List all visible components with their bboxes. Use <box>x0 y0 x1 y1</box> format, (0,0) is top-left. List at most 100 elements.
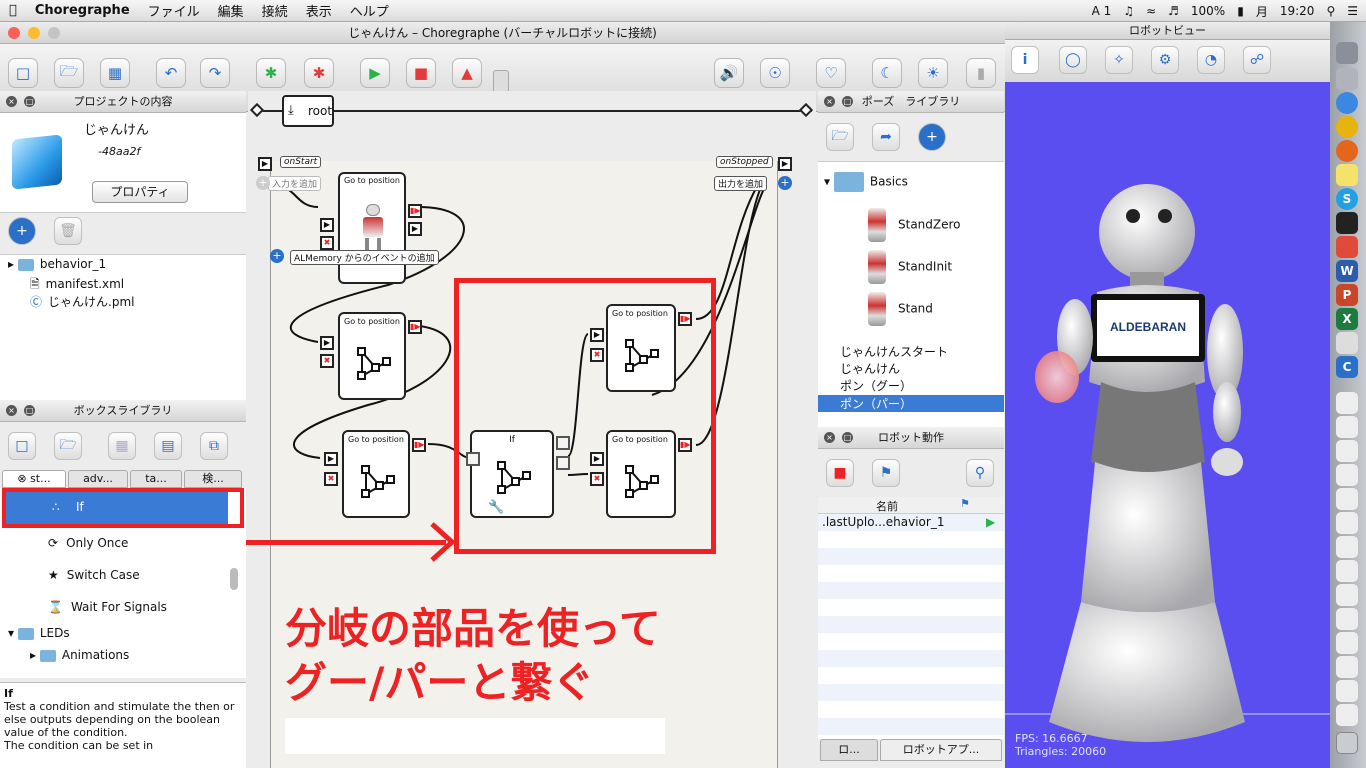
list-item[interactable]: ▾ LEDs <box>8 626 70 640</box>
minimize-window-button[interactable] <box>28 27 40 39</box>
input-port[interactable]: ▶ <box>590 328 604 342</box>
list-item[interactable]: じゃんけん <box>840 360 900 377</box>
menu-app[interactable]: Choregraphe <box>26 3 139 18</box>
connect-icon[interactable]: ✱ <box>256 58 286 88</box>
wifi-icon[interactable]: ≈ <box>1146 4 1156 18</box>
rocket-icon[interactable] <box>1336 68 1358 90</box>
powerpoint-icon[interactable]: P <box>1336 284 1358 306</box>
gear-icon[interactable]: ⚙ <box>1151 46 1179 74</box>
script-icon[interactable] <box>1336 332 1358 354</box>
then-output-port[interactable] <box>556 436 570 450</box>
excel-icon[interactable]: X <box>1336 308 1358 330</box>
stop-port[interactable]: ✖ <box>590 472 604 486</box>
tab-advanced[interactable]: adv... <box>68 470 128 488</box>
add-file-button[interactable]: + <box>8 217 36 245</box>
app-icon[interactable] <box>1336 236 1358 258</box>
menu-connect[interactable]: 接続 <box>253 1 297 20</box>
input-source[interactable]: A 1 <box>1092 4 1112 18</box>
tab-robot-apps[interactable]: ロボットアプ... <box>880 739 1002 761</box>
redo-icon[interactable]: ↷ <box>200 58 230 88</box>
battery-percent[interactable]: 100% <box>1191 4 1225 18</box>
close-tab-icon[interactable]: ⊗ <box>17 472 26 485</box>
word-icon[interactable]: W <box>1336 260 1358 282</box>
condition-input-port[interactable] <box>466 452 480 466</box>
list-item[interactable]: ポン（グー） <box>840 377 912 394</box>
box-go-to-gu[interactable]: Go to position ポン（グ <box>606 430 676 518</box>
stop-port[interactable]: ✖ <box>320 236 334 250</box>
list-item-if[interactable]: ∴ If <box>6 492 228 524</box>
document-icon[interactable] <box>1336 392 1358 414</box>
input-port[interactable]: ▶ <box>320 336 334 350</box>
battery-icon[interactable]: ▮ <box>1237 4 1244 18</box>
dashboard-icon[interactable]: ◔ <box>1197 46 1225 74</box>
safari-icon[interactable] <box>1336 92 1358 114</box>
tab-robot[interactable]: ロ... <box>820 739 878 761</box>
list-item[interactable]: じゃんけんスタート <box>840 343 948 360</box>
timeline-end-marker[interactable] <box>798 102 814 118</box>
else-output-port[interactable] <box>556 456 570 470</box>
output-port[interactable]: ▮▶ <box>412 438 426 452</box>
menu-help[interactable]: ヘルプ <box>341 1 398 20</box>
onstopped-port[interactable]: ▶ <box>778 157 792 171</box>
chrome-icon[interactable] <box>1336 116 1358 138</box>
box-go-to-pa[interactable]: Go to position ポン（パ <box>606 304 676 392</box>
stiffness-icon[interactable]: ☉ <box>760 58 790 88</box>
add-input-label[interactable]: 入力を追加 <box>268 176 322 191</box>
breadcrumb[interactable]: ⤓ root <box>282 95 334 127</box>
float-panel-icon[interactable]: □ <box>24 405 35 416</box>
glasses-icon[interactable]: ☍ <box>1243 46 1271 74</box>
tab-search[interactable]: 検... <box>184 470 242 488</box>
wake-sun-icon[interactable]: ☀ <box>918 58 948 88</box>
document-icon[interactable] <box>1336 488 1358 510</box>
save-icon[interactable]: ▦ <box>100 58 130 88</box>
list-item-selected[interactable]: ポン（パー） <box>818 395 1004 412</box>
output-port[interactable]: ▮▶ <box>678 438 692 452</box>
stop-port[interactable]: ✖ <box>320 354 334 368</box>
debug-icon[interactable]: ▲ <box>452 58 482 88</box>
disconnect-icon[interactable]: ✱ <box>304 58 334 88</box>
box-go-to-stand[interactable]: Go to position Stand <box>338 172 406 284</box>
table-row[interactable]: .lastUplo...ehavior_1 ▶ <box>818 515 1004 532</box>
play-icon[interactable]: ▶ <box>986 515 995 529</box>
collapse-arrow-icon[interactable]: ▾ <box>8 626 14 640</box>
close-panel-icon[interactable]: × <box>824 432 835 443</box>
input-port[interactable]: ▶ <box>320 218 334 232</box>
document-icon[interactable] <box>1336 680 1358 702</box>
document-icon[interactable] <box>1336 440 1358 462</box>
undo-icon[interactable]: ↶ <box>156 58 186 88</box>
list-item[interactable]: ★ Switch Case <box>48 568 140 582</box>
box-if[interactable]: If 🔧 <box>470 430 554 518</box>
close-panel-icon[interactable]: × <box>6 96 17 107</box>
choregraphe-dock-icon[interactable]: C <box>1336 356 1358 378</box>
new-box-icon[interactable]: □ <box>8 432 36 460</box>
add-output-label[interactable]: 出力を追加 <box>714 176 768 191</box>
default-behavior-icon[interactable]: ⚑ <box>872 459 900 487</box>
bell-icon[interactable]: ♫ <box>1123 4 1134 18</box>
document-icon[interactable] <box>1336 512 1358 534</box>
play-icon[interactable]: ▶ <box>360 58 390 88</box>
export-pose-icon[interactable]: ➦ <box>872 123 900 151</box>
output-port[interactable]: ▮▶ <box>678 312 692 326</box>
document-icon[interactable] <box>1336 464 1358 486</box>
output-port[interactable]: ▶ <box>408 222 422 236</box>
wrench-icon[interactable]: 🔧 <box>488 500 504 515</box>
list-item[interactable]: ▾ Basics <box>824 172 908 192</box>
save-library-icon[interactable]: ▦ <box>108 432 136 460</box>
list-item[interactable]: ▸ behavior_1 <box>8 257 106 271</box>
trash-icon[interactable]: 🗑 <box>54 217 82 245</box>
tab-standard[interactable]: ⊗ st... <box>2 470 66 488</box>
menu-edit[interactable]: 編集 <box>209 1 253 20</box>
properties-button[interactable]: プロパティ <box>92 181 188 203</box>
stop-port[interactable]: ✖ <box>590 348 604 362</box>
heart-icon[interactable]: ♡ <box>816 58 846 88</box>
list-item[interactable]: ▸ Animations <box>30 648 129 662</box>
list-item[interactable]: Ⓒ じゃんけん.pml <box>30 293 134 310</box>
add-input-icon[interactable]: + <box>256 176 270 190</box>
robot-3d-viewport[interactable]: ALDEBARAN FPS: 16.6667 Triangles: 20060 <box>1005 82 1330 768</box>
add-event-icon[interactable]: + <box>270 249 284 263</box>
document-icon[interactable] <box>1336 536 1358 558</box>
add-event-label[interactable]: ALMemory からのイベントの追加 <box>290 250 439 265</box>
volume-icon[interactable]: ♬ <box>1168 4 1179 18</box>
document-icon[interactable] <box>1336 632 1358 654</box>
notes-icon[interactable] <box>1336 164 1358 186</box>
